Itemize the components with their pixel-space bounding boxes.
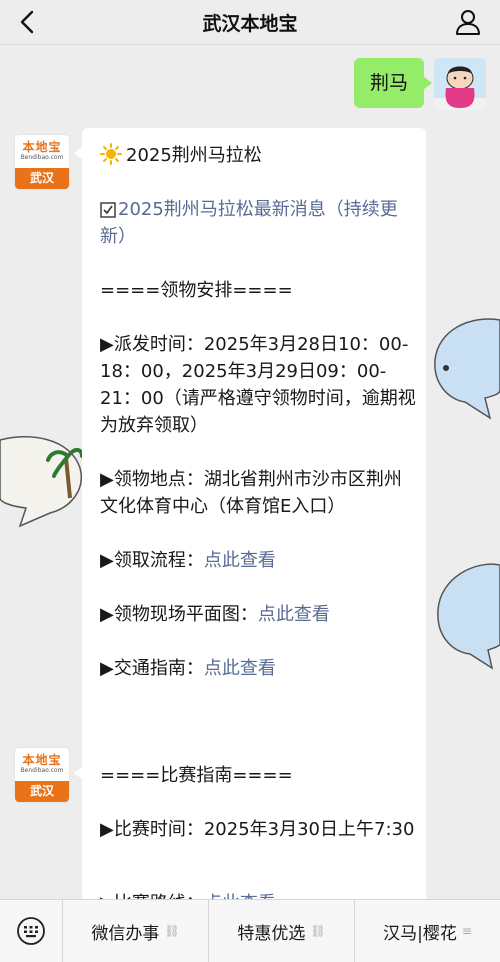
bot-avatar[interactable]: 本地宝 Bendibao.com 武汉 bbox=[15, 748, 69, 802]
map-label: ▶领物现场平面图： bbox=[100, 604, 258, 625]
logo-text: 本地宝 bbox=[22, 140, 62, 154]
process-link[interactable]: 点此查看 bbox=[204, 550, 276, 571]
person-icon bbox=[456, 10, 480, 35]
chat-header: 武汉本地宝 bbox=[0, 0, 500, 45]
process-label: ▶领取流程： bbox=[100, 550, 204, 571]
sticker-decoration-palm bbox=[0, 436, 82, 528]
map-link[interactable]: 点此查看 bbox=[258, 604, 330, 625]
logo-domain: Bendibao.com bbox=[20, 154, 64, 161]
message-body: ====比赛指南==== ▶比赛时间：2025年3月30日上午7:30 bbox=[100, 762, 418, 870]
link-icon: ⛓ bbox=[310, 924, 326, 938]
message-body: 2025荆州马拉松 2025荆州马拉松最新消息（持续更新） ====领物安排==… bbox=[100, 142, 418, 709]
race-time-text: ▶比赛时间：2025年3月30日上午7:30 bbox=[100, 819, 415, 840]
message-title: 2025荆州马拉松 bbox=[126, 145, 262, 166]
menu-icon: ≡ bbox=[461, 924, 472, 938]
keyboard-icon bbox=[17, 917, 45, 945]
keyboard-toggle-button[interactable] bbox=[0, 900, 63, 962]
traffic-link[interactable]: 点此查看 bbox=[204, 658, 276, 679]
logo-city: 武汉 bbox=[15, 781, 69, 802]
link-icon: ⛓ bbox=[164, 924, 180, 938]
logo-text: 本地宝 bbox=[22, 753, 62, 767]
menu-label: 微信办事 bbox=[91, 923, 160, 944]
logo-city: 武汉 bbox=[15, 168, 69, 189]
section-header-race: ====比赛指南==== bbox=[100, 765, 293, 786]
menu-label: 特惠优选 bbox=[237, 923, 306, 944]
back-button[interactable] bbox=[14, 8, 42, 36]
menu-item-wechat-services[interactable]: 微信办事 ⛓ bbox=[63, 900, 209, 962]
bottom-menu-bar: 微信办事 ⛓ 特惠优选 ⛓ 汉马|樱花 ≡ bbox=[0, 899, 500, 962]
sticker-decoration-ghost-2 bbox=[437, 563, 500, 670]
user-message-bubble[interactable]: 荆马 bbox=[353, 58, 433, 108]
bot-avatar[interactable]: 本地宝 Bendibao.com 武汉 bbox=[15, 135, 69, 189]
bendibao-logo: 本地宝 Bendibao.com bbox=[15, 135, 69, 168]
profile-button[interactable] bbox=[454, 8, 482, 36]
menu-label: 汉马|樱花 bbox=[383, 923, 457, 944]
bendibao-logo: 本地宝 Bendibao.com bbox=[15, 748, 69, 781]
process-row: ▶领取流程：点此查看 bbox=[100, 547, 418, 574]
map-row: ▶领物现场平面图：点此查看 bbox=[100, 601, 418, 628]
logo-domain: Bendibao.com bbox=[20, 767, 64, 774]
news-link[interactable]: 2025荆州马拉松最新消息（持续更新） bbox=[100, 199, 398, 247]
menu-item-marathon-cherry[interactable]: 汉马|樱花 ≡ bbox=[355, 900, 500, 962]
section-header-pickup: ====领物安排==== bbox=[100, 280, 293, 301]
menu-item-deals[interactable]: 特惠优选 ⛓ bbox=[209, 900, 355, 962]
sun-icon bbox=[100, 143, 122, 165]
sticker-decoration-ghost bbox=[434, 318, 500, 420]
pickup-location-text: ▶领物地点：湖北省荆州市沙市区荆州文化体育中心（体育馆E入口） bbox=[100, 469, 402, 517]
bot-message-card: ====比赛指南==== ▶比赛时间：2025年3月30日上午7:30 ▶比赛路… bbox=[74, 748, 426, 918]
traffic-row: ▶交通指南：点此查看 bbox=[100, 655, 418, 682]
user-message-row: 荆马 bbox=[353, 58, 486, 110]
user-avatar[interactable] bbox=[434, 58, 486, 110]
checkbox-icon bbox=[100, 202, 116, 218]
chat-title: 武汉本地宝 bbox=[202, 12, 298, 35]
cartoon-avatar-image bbox=[434, 58, 486, 110]
chevron-left-icon bbox=[20, 10, 34, 34]
traffic-label: ▶交通指南： bbox=[100, 658, 204, 679]
dispatch-time-text: ▶派发时间：2025年3月28日10：00-18：00，2025年3月29日09… bbox=[100, 334, 416, 436]
